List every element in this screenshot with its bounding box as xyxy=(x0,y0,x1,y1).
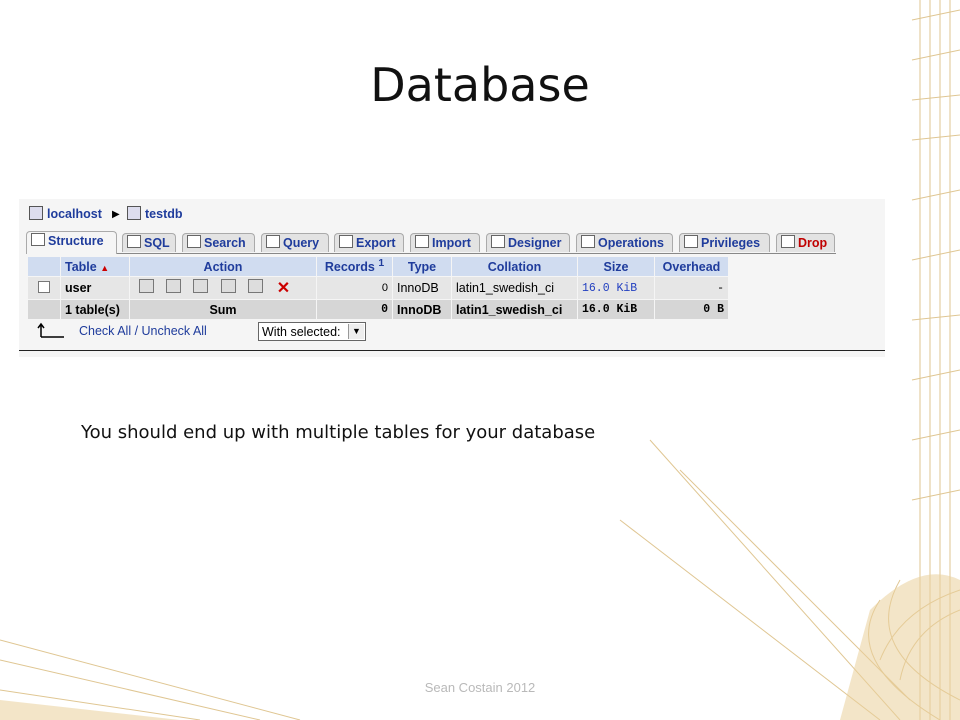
row-table-name[interactable]: user xyxy=(61,277,129,299)
with-selected-value: With selected: xyxy=(262,325,341,339)
phpmyadmin-screenshot: localhost ▶ testdb Structure SQL Search … xyxy=(19,199,885,357)
server-label: localhost xyxy=(47,207,102,221)
search-icon xyxy=(187,235,201,248)
tab-label: Import xyxy=(432,236,471,250)
row-type: InnoDB xyxy=(393,277,451,299)
summary-size: 16.0 KiB xyxy=(578,300,654,319)
empty-icon[interactable] xyxy=(248,279,264,293)
tab-import[interactable]: Import xyxy=(410,233,480,252)
row-checkbox[interactable] xyxy=(38,280,50,293)
header-records-label: Records xyxy=(324,260,375,275)
tab-label: Operations xyxy=(598,236,664,250)
tab-drop[interactable]: Drop xyxy=(776,233,835,252)
header-action: Action xyxy=(130,257,316,276)
summary-blank xyxy=(28,300,60,319)
slide-caption: You should end up with multiple tables f… xyxy=(81,422,596,443)
slide-title: Database xyxy=(370,58,590,112)
check-separator: / xyxy=(131,324,142,338)
row-collation: latin1_swedish_ci xyxy=(452,277,577,299)
uncheck-all-link[interactable]: Uncheck All xyxy=(142,324,207,338)
slide-footer: Sean Costain 2012 xyxy=(424,680,536,695)
header-collation[interactable]: Collation xyxy=(452,257,577,276)
table-row: user ✕ 0 InnoDB latin1_swedish_ci 16.0 K… xyxy=(28,277,728,299)
insert-icon[interactable] xyxy=(220,279,236,293)
summary-overhead: 0 B xyxy=(655,300,728,319)
tab-label: Privileges xyxy=(701,236,761,250)
tab-search[interactable]: Search xyxy=(182,233,255,252)
with-selected-dropdown[interactable]: With selected: ▼ xyxy=(258,322,366,341)
summary-label: Sum xyxy=(130,300,316,319)
breadcrumb-server[interactable]: localhost xyxy=(29,206,102,221)
browse-icon[interactable] xyxy=(138,279,154,293)
tab-operations[interactable]: Operations xyxy=(576,233,673,252)
tab-label: Structure xyxy=(48,234,104,248)
tab-label: Export xyxy=(356,236,396,250)
tab-privileges[interactable]: Privileges xyxy=(679,233,770,252)
check-all-link[interactable]: Check All xyxy=(79,324,131,338)
export-icon xyxy=(339,235,353,248)
structure-icon xyxy=(31,233,45,246)
summary-collation: latin1_swedish_ci xyxy=(452,300,577,319)
row-overhead: - xyxy=(655,277,728,299)
row-checkbox-cell xyxy=(28,277,60,299)
row-records: 0 xyxy=(317,277,392,299)
header-table[interactable]: Table ▲ xyxy=(61,257,129,276)
row-size[interactable]: 16.0 KiB xyxy=(578,277,654,299)
tab-label: SQL xyxy=(144,236,170,250)
header-size[interactable]: Size xyxy=(578,257,654,276)
tab-query[interactable]: Query xyxy=(261,233,329,252)
header-type[interactable]: Type xyxy=(393,257,451,276)
database-icon xyxy=(127,206,141,220)
tab-bar: Structure SQL Search Query Export Import… xyxy=(26,231,836,254)
header-records[interactable]: Records 1 xyxy=(317,257,392,276)
summary-records: 0 xyxy=(317,300,392,319)
structure-icon[interactable] xyxy=(165,279,181,293)
breadcrumb-database[interactable]: testdb xyxy=(127,206,183,221)
tab-designer[interactable]: Designer xyxy=(486,233,570,252)
tab-structure[interactable]: Structure xyxy=(26,231,117,254)
query-icon xyxy=(266,235,280,248)
tab-label: Designer xyxy=(508,236,562,250)
tab-sql[interactable]: SQL xyxy=(122,233,176,252)
header-overhead[interactable]: Overhead xyxy=(655,257,728,276)
database-label: testdb xyxy=(145,207,183,221)
tab-label: Search xyxy=(204,236,246,250)
operations-icon xyxy=(581,235,595,248)
arrow-up-icon xyxy=(37,322,64,338)
designer-icon xyxy=(491,235,505,248)
summary-type: InnoDB xyxy=(393,300,451,319)
drop-table-icon[interactable]: ✕ xyxy=(271,278,295,298)
drop-icon xyxy=(781,235,795,248)
chevron-down-icon: ▼ xyxy=(348,324,364,339)
search-icon[interactable] xyxy=(193,279,209,293)
chevron-right-icon: ▶ xyxy=(112,209,120,220)
check-controls: Check All / Uncheck All xyxy=(79,324,207,338)
header-checkbox-cell xyxy=(28,257,60,276)
sql-icon xyxy=(127,235,141,248)
tables-grid: Table ▲ Action Records 1 Type Collation … xyxy=(27,256,729,320)
server-icon xyxy=(29,206,43,220)
sort-asc-icon: ▲ xyxy=(100,262,110,273)
summary-count: 1 table(s) xyxy=(61,300,129,319)
records-footnote: 1 xyxy=(378,258,385,270)
tab-label: Query xyxy=(283,236,320,250)
summary-row: 1 table(s) Sum 0 InnoDB latin1_swedish_c… xyxy=(28,300,728,319)
divider xyxy=(19,350,885,351)
tab-export[interactable]: Export xyxy=(334,233,404,252)
privileges-icon xyxy=(684,235,698,248)
header-table-label: Table xyxy=(65,259,97,274)
import-icon xyxy=(415,235,429,248)
tab-label: Drop xyxy=(798,236,828,250)
header-row: Table ▲ Action Records 1 Type Collation … xyxy=(28,257,728,276)
row-actions: ✕ xyxy=(130,277,316,299)
